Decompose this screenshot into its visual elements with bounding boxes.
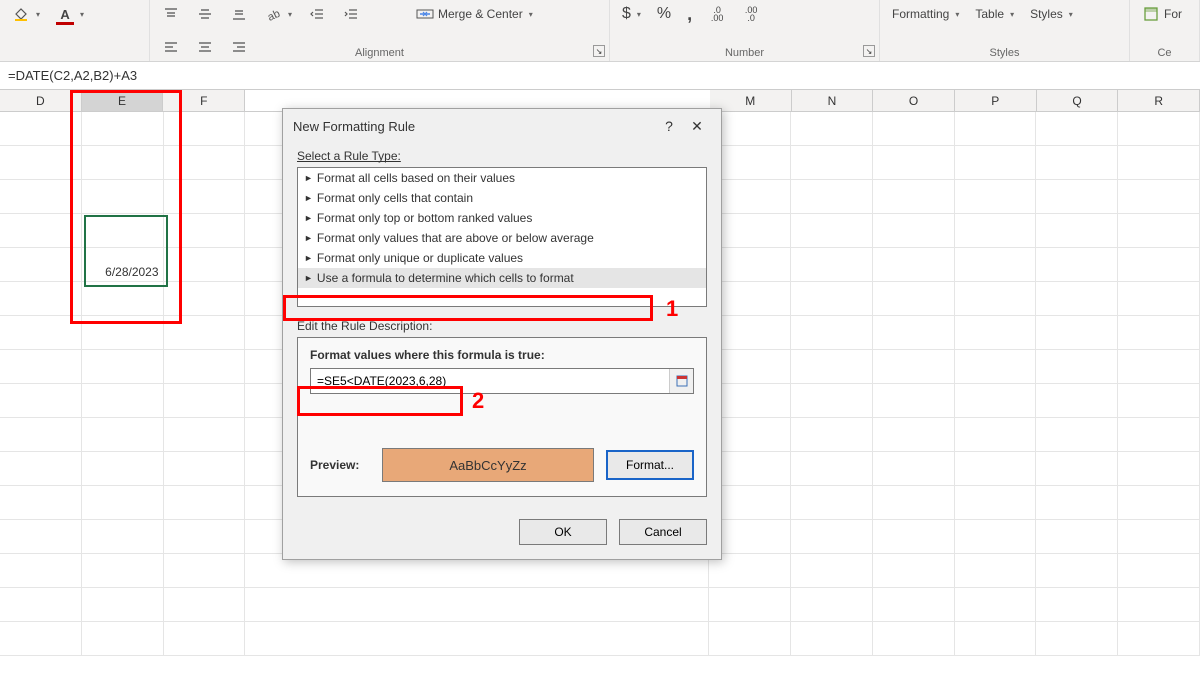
increase-decimal-icon: .0.00	[708, 5, 726, 23]
formatting-label: Formatting	[892, 7, 949, 21]
rule-formula-input[interactable]	[311, 369, 669, 393]
rule-type-list[interactable]: Format all cells based on their values F…	[297, 167, 707, 307]
cell-e5-value: 6/28/2023	[105, 265, 158, 279]
decrease-decimal-icon: .00.0	[742, 5, 760, 23]
ribbon-group-number: $ % , .0.00 .00.0 Number ↘	[610, 0, 880, 61]
new-formatting-rule-dialog: New Formatting Rule ? ✕ Select a Rule Ty…	[282, 108, 722, 560]
dialog-help-button[interactable]: ?	[655, 112, 683, 140]
preview-sample: AaBbCcYyZz	[382, 448, 594, 482]
align-bottom-icon	[230, 5, 248, 23]
col-header-m[interactable]: M	[710, 90, 792, 111]
align-middle-icon	[196, 5, 214, 23]
col-header-f[interactable]: F	[163, 90, 245, 111]
rule-item-1-label: Format all cells based on their values	[317, 171, 515, 185]
orientation-btn[interactable]: ab	[258, 2, 298, 26]
percent-btn[interactable]: %	[651, 2, 677, 26]
col-header-q[interactable]: Q	[1037, 90, 1119, 111]
decrease-indent-btn[interactable]	[302, 2, 332, 26]
formula-input-wrap	[310, 368, 694, 394]
range-selector-icon	[675, 374, 689, 388]
formula-bar-value: =DATE(C2,A2,B2)+A3	[8, 68, 137, 83]
conditional-formatting-btn[interactable]: Formatting	[886, 2, 965, 26]
col-header-p[interactable]: P	[955, 90, 1037, 111]
ribbon-group-alignment: ab Merge & Center Alignment ↘	[150, 0, 610, 61]
format-cells-label: For	[1164, 7, 1182, 21]
ribbon-group-styles: Formatting Table Styles Styles	[880, 0, 1130, 61]
rule-item-3[interactable]: Format only top or bottom ranked values	[298, 208, 706, 228]
currency-btn[interactable]: $	[616, 2, 647, 26]
rule-item-6-label: Use a formula to determine which cells t…	[317, 271, 574, 285]
comma-icon: ,	[687, 4, 692, 25]
format-cells-btn[interactable]: For	[1136, 2, 1188, 26]
rule-description-panel: Format values where this formula is true…	[297, 337, 707, 497]
svg-text:ab: ab	[266, 8, 280, 21]
alignment-dialog-launcher[interactable]: ↘	[593, 45, 605, 57]
cell-styles-btn[interactable]: Styles	[1024, 2, 1079, 26]
align-bottom-btn[interactable]	[224, 2, 254, 26]
col-header-r[interactable]: R	[1118, 90, 1200, 111]
merge-center-label: Merge & Center	[438, 7, 523, 21]
increase-indent-icon	[342, 5, 360, 23]
decrease-indent-icon	[308, 5, 326, 23]
rule-item-2-label: Format only cells that contain	[317, 191, 473, 205]
range-selector-button[interactable]	[669, 369, 693, 393]
format-cells-icon	[1142, 5, 1160, 23]
dialog-close-button[interactable]: ✕	[683, 112, 711, 140]
rule-item-5[interactable]: Format only unique or duplicate values	[298, 248, 706, 268]
ribbon: A ab Merge & Center Alignment ↘ $ %	[0, 0, 1200, 62]
font-color-icon: A	[56, 5, 74, 23]
align-top-btn[interactable]	[156, 2, 186, 26]
format-as-table-btn[interactable]: Table	[969, 2, 1020, 26]
cells-group-label: Ce	[1130, 47, 1199, 59]
orientation-icon: ab	[264, 5, 282, 23]
bucket-icon	[12, 5, 30, 23]
annotation-number-2: 2	[472, 388, 484, 414]
select-rule-type-label: Select a Rule Type:	[297, 149, 707, 163]
font-color-button[interactable]: A	[50, 2, 90, 26]
increase-decimal-btn[interactable]: .0.00	[702, 2, 732, 26]
annotation-number-1: 1	[666, 296, 678, 322]
ribbon-group-font: A	[0, 0, 150, 61]
edit-description-label: Edit the Rule Description:	[297, 319, 707, 333]
percent-icon: %	[657, 5, 671, 23]
format-button[interactable]: Format...	[606, 450, 694, 480]
ok-button[interactable]: OK	[519, 519, 607, 545]
rule-item-6[interactable]: Use a formula to determine which cells t…	[298, 268, 706, 288]
rule-item-3-label: Format only top or bottom ranked values	[317, 211, 532, 225]
dialog-title: New Formatting Rule	[293, 119, 655, 134]
cell-e5[interactable]: 6/28/2023	[82, 248, 164, 281]
rule-item-2[interactable]: Format only cells that contain	[298, 188, 706, 208]
increase-indent-btn[interactable]	[336, 2, 366, 26]
number-group-label: Number	[610, 47, 879, 59]
col-header-n[interactable]: N	[792, 90, 874, 111]
rule-item-4-label: Format only values that are above or bel…	[317, 231, 594, 245]
ribbon-group-cells: For Ce	[1130, 0, 1200, 61]
rule-item-1[interactable]: Format all cells based on their values	[298, 168, 706, 188]
table-label: Table	[975, 7, 1004, 21]
alignment-group-label: Alignment	[150, 47, 609, 59]
merge-icon	[416, 5, 434, 23]
formula-bar[interactable]: =DATE(C2,A2,B2)+A3	[0, 62, 1200, 90]
dialog-titlebar: New Formatting Rule ? ✕	[283, 109, 721, 143]
preview-label: Preview:	[310, 458, 370, 472]
number-dialog-launcher[interactable]: ↘	[863, 45, 875, 57]
col-header-d[interactable]: D	[0, 90, 82, 111]
dollar-icon: $	[622, 5, 631, 23]
cancel-button[interactable]: Cancel	[619, 519, 707, 545]
comma-btn[interactable]: ,	[681, 2, 698, 26]
formula-true-label: Format values where this formula is true…	[310, 348, 694, 362]
col-header-o[interactable]: O	[873, 90, 955, 111]
align-middle-btn[interactable]	[190, 2, 220, 26]
styles-label: Styles	[1030, 7, 1063, 21]
fill-color-button[interactable]	[6, 2, 46, 26]
rule-item-5-label: Format only unique or duplicate values	[317, 251, 523, 265]
styles-group-label: Styles	[880, 47, 1129, 59]
merge-center-btn[interactable]: Merge & Center	[410, 2, 539, 26]
col-header-e[interactable]: E	[82, 90, 164, 111]
rule-item-4[interactable]: Format only values that are above or bel…	[298, 228, 706, 248]
align-top-icon	[162, 5, 180, 23]
decrease-decimal-btn[interactable]: .00.0	[736, 2, 766, 26]
